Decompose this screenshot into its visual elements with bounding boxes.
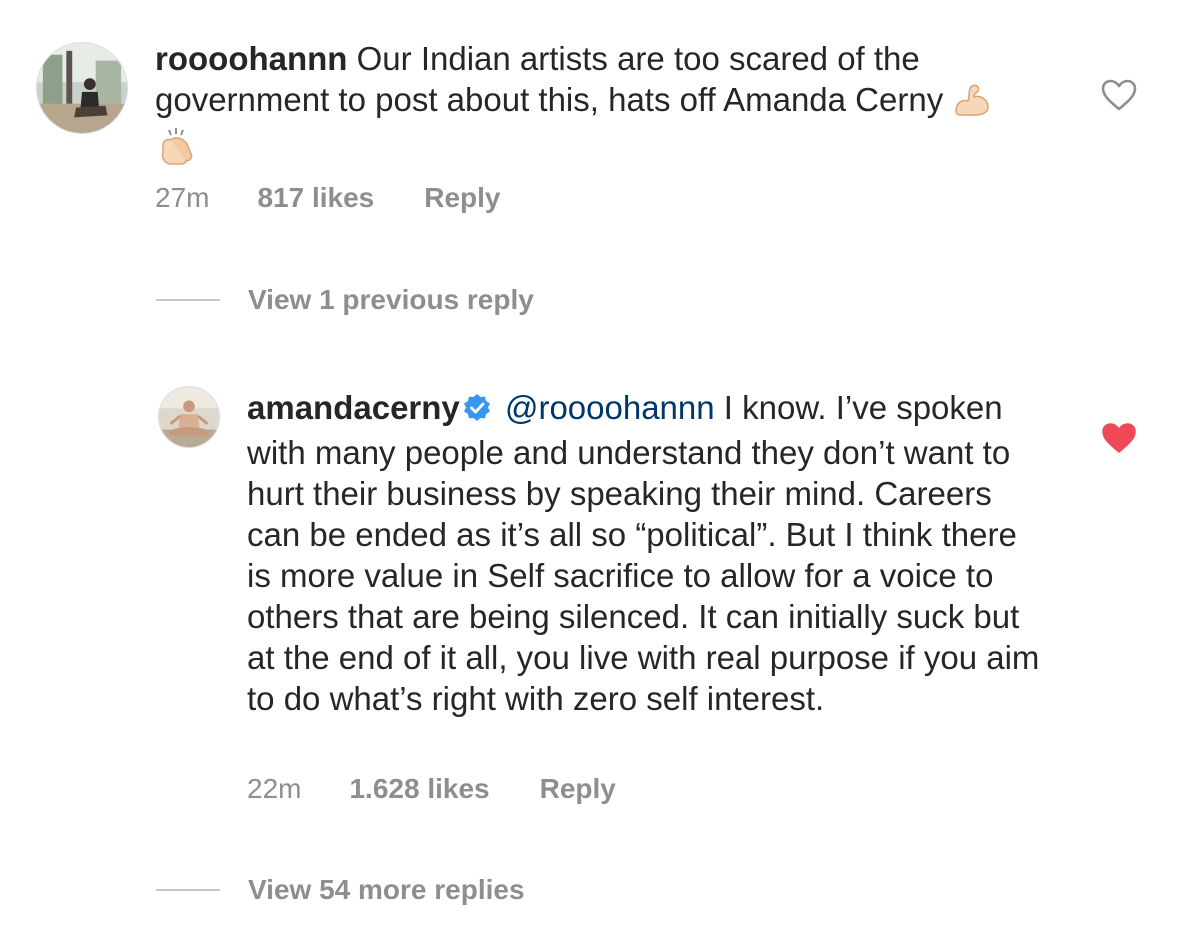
comment-meta: 22m 1.628 likes Reply	[247, 772, 616, 806]
comment-meta: 27m 817 likes Reply	[155, 181, 501, 215]
comment-username[interactable]: roooohannn	[155, 40, 347, 77]
avatar-photo	[37, 43, 127, 133]
comment-time: 27m	[155, 182, 210, 213]
view-previous-reply[interactable]: View 1 previous reply	[156, 283, 534, 317]
view-more-replies[interactable]: View 54 more replies	[156, 873, 525, 907]
avatar-photo	[159, 387, 219, 447]
comment-amandacerny: amandacerny @roooohannn I know. I’ve spo…	[247, 387, 1047, 719]
comment-body: I know. I’ve spoken with many people and…	[247, 389, 1040, 717]
comment-likes[interactable]: 1.628 likes	[349, 772, 489, 806]
comment-time: 22m	[247, 773, 302, 804]
comment-likes[interactable]: 817 likes	[257, 181, 374, 215]
avatar-amandacerny[interactable]	[158, 386, 220, 448]
comment-username[interactable]: amandacerny	[247, 389, 460, 426]
liked-heart-icon[interactable]	[1100, 421, 1138, 455]
flexed-biceps-icon	[952, 81, 992, 126]
avatar-roooohannn[interactable]	[36, 42, 128, 134]
mention-link[interactable]: @roooohannn	[505, 389, 715, 426]
reply-button[interactable]: Reply	[540, 772, 616, 806]
like-heart-icon[interactable]	[1100, 78, 1138, 112]
divider-line	[156, 299, 220, 301]
verified-badge-icon	[462, 391, 492, 432]
view-more-label[interactable]: View 54 more replies	[248, 873, 525, 907]
divider-line	[156, 889, 220, 891]
reply-button[interactable]: Reply	[424, 181, 500, 215]
view-previous-label[interactable]: View 1 previous reply	[248, 283, 534, 317]
clapping-hands-icon	[155, 126, 197, 175]
comment-roooohannn: roooohannn Our Indian artists are too sc…	[155, 38, 1035, 175]
